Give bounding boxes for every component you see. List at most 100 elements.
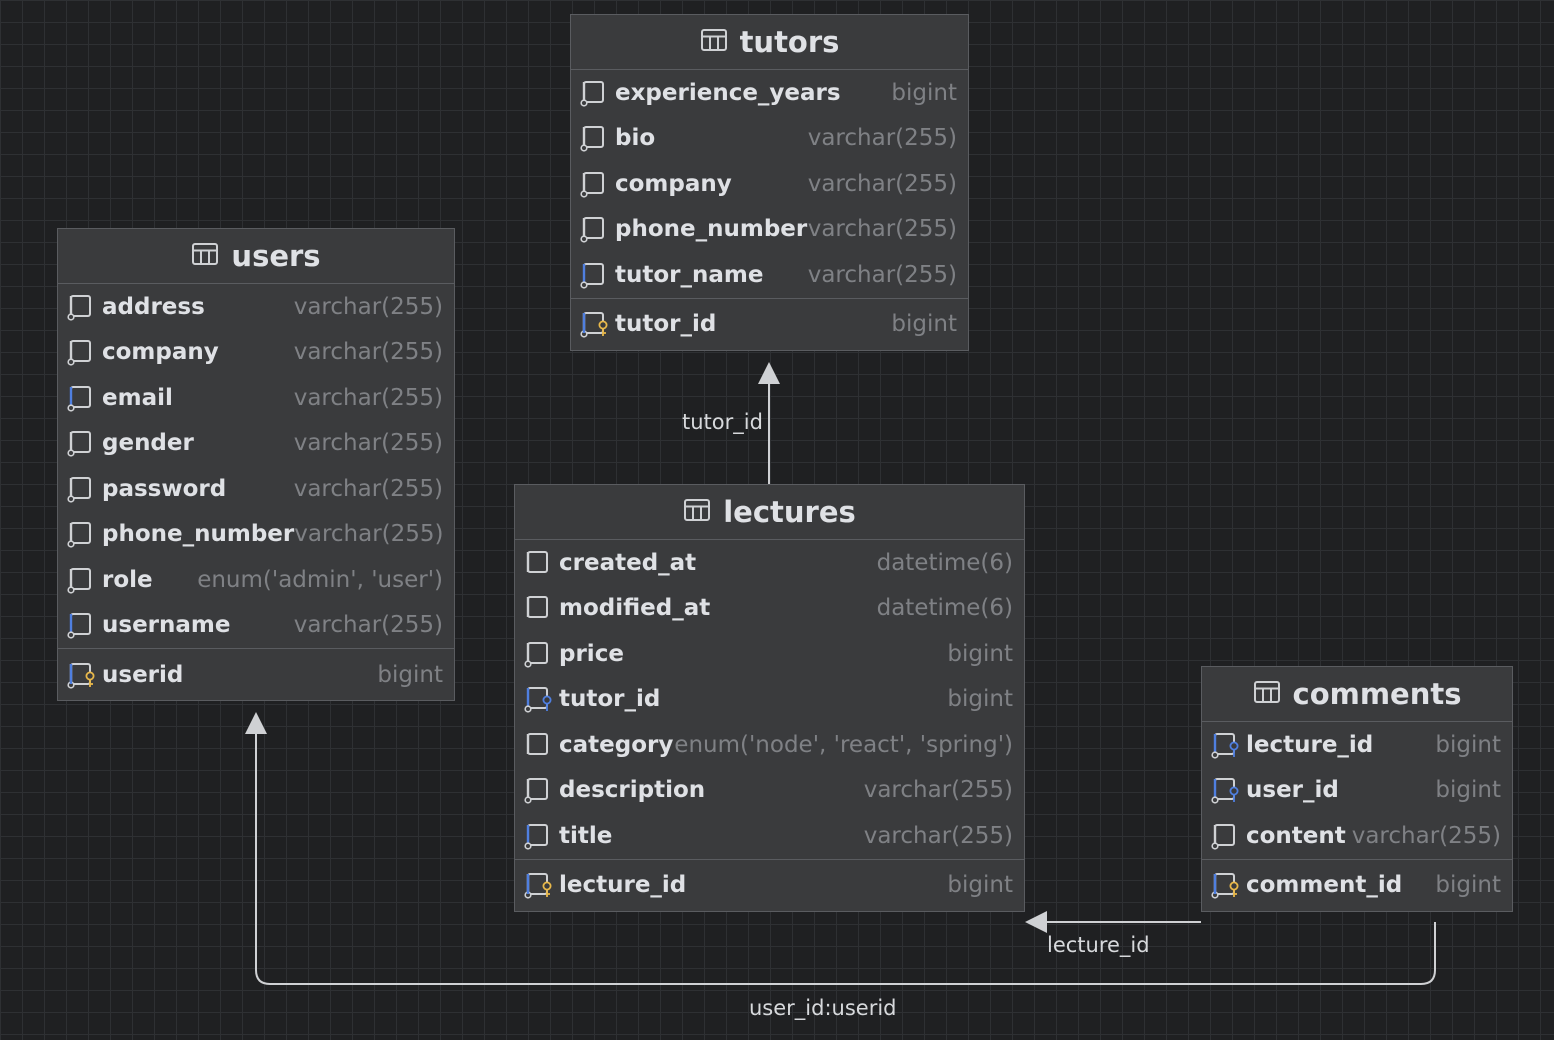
table-header[interactable]: comments [1202,667,1512,722]
column-index-icon [523,822,559,850]
column-row[interactable]: modified_at datetime(6) [515,586,1024,632]
column-type: varchar(255) [863,777,1013,804]
column-row[interactable]: category enum('node', 'react', 'spring') [515,722,1024,768]
column-icon [66,520,102,548]
column-type: varchar(255) [293,612,443,639]
column-name: userid [102,661,184,688]
column-type: bigint [377,661,443,688]
column-type: bigint [1435,731,1501,758]
primary-key-row[interactable]: tutor_id bigint [571,297,968,350]
column-type: bigint [947,686,1013,713]
column-type: varchar(255) [807,261,957,288]
column-row[interactable]: company varchar(255) [58,330,454,376]
column-row[interactable]: experience_years bigint [571,70,968,116]
primary-key-icon [523,871,559,899]
column-type: varchar(255) [294,521,444,548]
column-row[interactable]: role enum('admin', 'user') [58,557,454,603]
column-name: username [102,612,231,639]
table-name: lectures [723,495,856,529]
column-icon [523,776,559,804]
column-name: modified_at [559,595,711,622]
table-icon [1253,677,1281,711]
column-row[interactable]: email varchar(255) [58,375,454,421]
column-row[interactable]: price bigint [515,631,1024,677]
primary-key-icon [579,310,615,338]
column-row[interactable]: bio varchar(255) [571,116,968,162]
foreign-key-icon [523,685,559,713]
column-name: lecture_id [559,872,687,898]
arrow-head-lectures [1025,911,1047,933]
table-icon [683,495,711,529]
column-name: experience_years [615,79,841,106]
column-type: datetime(6) [876,549,1013,576]
table-name: tutors [739,25,840,59]
column-row[interactable]: description varchar(255) [515,768,1024,814]
column-name: title [559,822,613,849]
table-icon [191,239,219,273]
column-row[interactable]: lecture_id bigint [1202,722,1512,768]
column-name: email [102,384,173,411]
column-row[interactable]: title varchar(255) [515,813,1024,859]
column-type: varchar(255) [807,125,957,152]
column-name: bio [615,125,656,152]
table-name: users [231,239,321,273]
column-icon [523,640,559,668]
column-name: content [1246,822,1346,849]
column-icon [66,566,102,594]
primary-key-row[interactable]: lecture_id bigint [515,858,1024,911]
column-type: varchar(255) [863,822,1013,849]
column-row[interactable]: tutor_name varchar(255) [571,252,968,298]
column-row[interactable]: company varchar(255) [571,161,968,207]
column-icon [579,215,615,243]
column-row[interactable]: gender varchar(255) [58,421,454,467]
column-icon [579,124,615,152]
column-icon [579,170,615,198]
column-name: role [102,566,153,593]
column-name: tutor_name [615,261,764,288]
column-name: company [615,170,732,197]
column-row[interactable]: password varchar(255) [58,466,454,512]
column-name: description [559,777,706,804]
relation-label-tutor-id: tutor_id [682,410,763,434]
column-type: bigint [891,311,957,337]
column-name: category [559,731,674,758]
column-type: datetime(6) [876,595,1013,622]
table-header[interactable]: lectures [515,485,1024,540]
column-type: bigint [1435,872,1501,898]
primary-key-icon [66,661,102,689]
column-name: company [102,339,219,366]
table-icon [700,25,728,59]
column-name: user_id [1246,777,1339,804]
column-row[interactable]: content varchar(255) [1202,813,1512,859]
column-row[interactable]: tutor_id bigint [515,677,1024,723]
column-name: gender [102,430,194,457]
table-comments[interactable]: comments lecture_id bigint user_id bigint co… [1201,666,1513,912]
column-icon [66,475,102,503]
column-type: bigint [1435,777,1501,804]
table-users[interactable]: users address varchar(255) company varchar(… [57,228,455,701]
column-type: varchar(255) [1351,822,1501,849]
column-row[interactable]: created_at datetime(6) [515,540,1024,586]
column-index-icon [579,261,615,289]
column-type: varchar(255) [293,293,443,320]
column-row[interactable]: phone_number varchar(255) [58,512,454,558]
column-icon [1210,822,1246,850]
column-row[interactable]: username varchar(255) [58,603,454,649]
table-header[interactable]: users [58,229,454,284]
primary-key-row[interactable]: comment_id bigint [1202,858,1512,911]
column-name: address [102,293,205,320]
relation-label-lecture-id: lecture_id [1047,933,1150,957]
column-notnull-icon [523,549,559,577]
column-row[interactable]: phone_number varchar(255) [571,207,968,253]
arrow-head-tutors [758,362,780,384]
column-type: varchar(255) [293,430,443,457]
primary-key-row[interactable]: userid bigint [58,648,454,700]
column-name: comment_id [1246,872,1403,898]
column-icon [66,338,102,366]
table-header[interactable]: tutors [571,15,968,70]
table-lectures[interactable]: lectures created_at datetime(6) modified_a… [514,484,1025,912]
column-row[interactable]: user_id bigint [1202,768,1512,814]
column-index-icon [66,384,102,412]
table-tutors[interactable]: tutors experience_years bigint bio varchar(… [570,14,969,351]
column-row[interactable]: address varchar(255) [58,284,454,330]
